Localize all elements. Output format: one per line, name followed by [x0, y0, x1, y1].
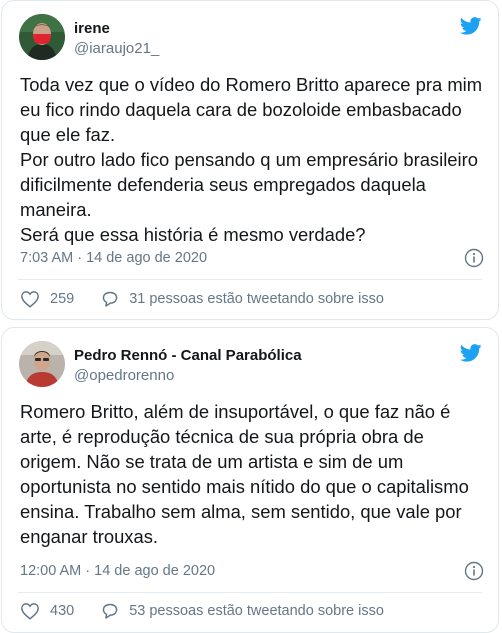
divider — [18, 592, 482, 593]
info-icon[interactable] — [464, 561, 484, 581]
tweet-paragraph: Romero Britto, além de insuportável, o q… — [20, 401, 469, 547]
heart-icon[interactable] — [20, 290, 40, 308]
author-name[interactable]: irene — [74, 20, 110, 37]
author-name[interactable]: Pedro Rennó - Canal Parabólica — [74, 347, 302, 364]
author-handle[interactable]: @iaraujo21_ — [74, 40, 159, 57]
avatar-red-mask-icon — [19, 14, 65, 60]
author-avatar[interactable] — [19, 341, 65, 387]
tweet-paragraph: Toda vez que o vídeo do Romero Britto ap… — [20, 74, 483, 145]
author-handle[interactable]: @opedrorenno — [74, 367, 174, 384]
tweet-paragraph: Será que essa história é mesmo verdade? — [20, 224, 366, 245]
tweet-text: Toda vez que o vídeo do Romero Britto ap… — [20, 72, 485, 247]
tweet-card[interactable]: irene @iaraujo21_ Toda vez que o vídeo d… — [1, 0, 499, 320]
info-icon[interactable] — [464, 248, 484, 268]
twitter-bird-icon[interactable] — [460, 17, 482, 35]
reply-bubble-icon[interactable] — [100, 602, 120, 620]
tweet-paragraph: Por outro lado fico pensando q um empres… — [20, 149, 478, 220]
tweet-timestamp[interactable]: 7:03 AM · 14 de ago de 2020 — [20, 250, 207, 266]
twitter-bird-icon[interactable] — [460, 344, 482, 362]
like-count[interactable]: 259 — [50, 291, 74, 307]
tweet-timestamp[interactable]: 12:00 AM · 14 de ago de 2020 — [20, 563, 215, 579]
tweet-actions: 430 53 pessoas estão tweetando sobre iss… — [20, 600, 384, 622]
conversation-link[interactable]: 31 pessoas estão tweetando sobre isso — [129, 291, 384, 307]
divider — [18, 279, 482, 280]
tweet-text: Romero Britto, além de insuportável, o q… — [20, 399, 485, 549]
heart-icon[interactable] — [20, 602, 40, 620]
tweet-card[interactable]: Pedro Rennó - Canal Parabólica @opedrore… — [1, 327, 499, 633]
tweet-actions: 259 31 pessoas estão tweetando sobre iss… — [20, 288, 384, 310]
avatar-man-red-shirt-icon — [19, 341, 65, 387]
like-count[interactable]: 430 — [50, 603, 74, 619]
reply-bubble-icon[interactable] — [100, 290, 120, 308]
conversation-link[interactable]: 53 pessoas estão tweetando sobre isso — [129, 603, 384, 619]
author-avatar[interactable] — [19, 14, 65, 60]
